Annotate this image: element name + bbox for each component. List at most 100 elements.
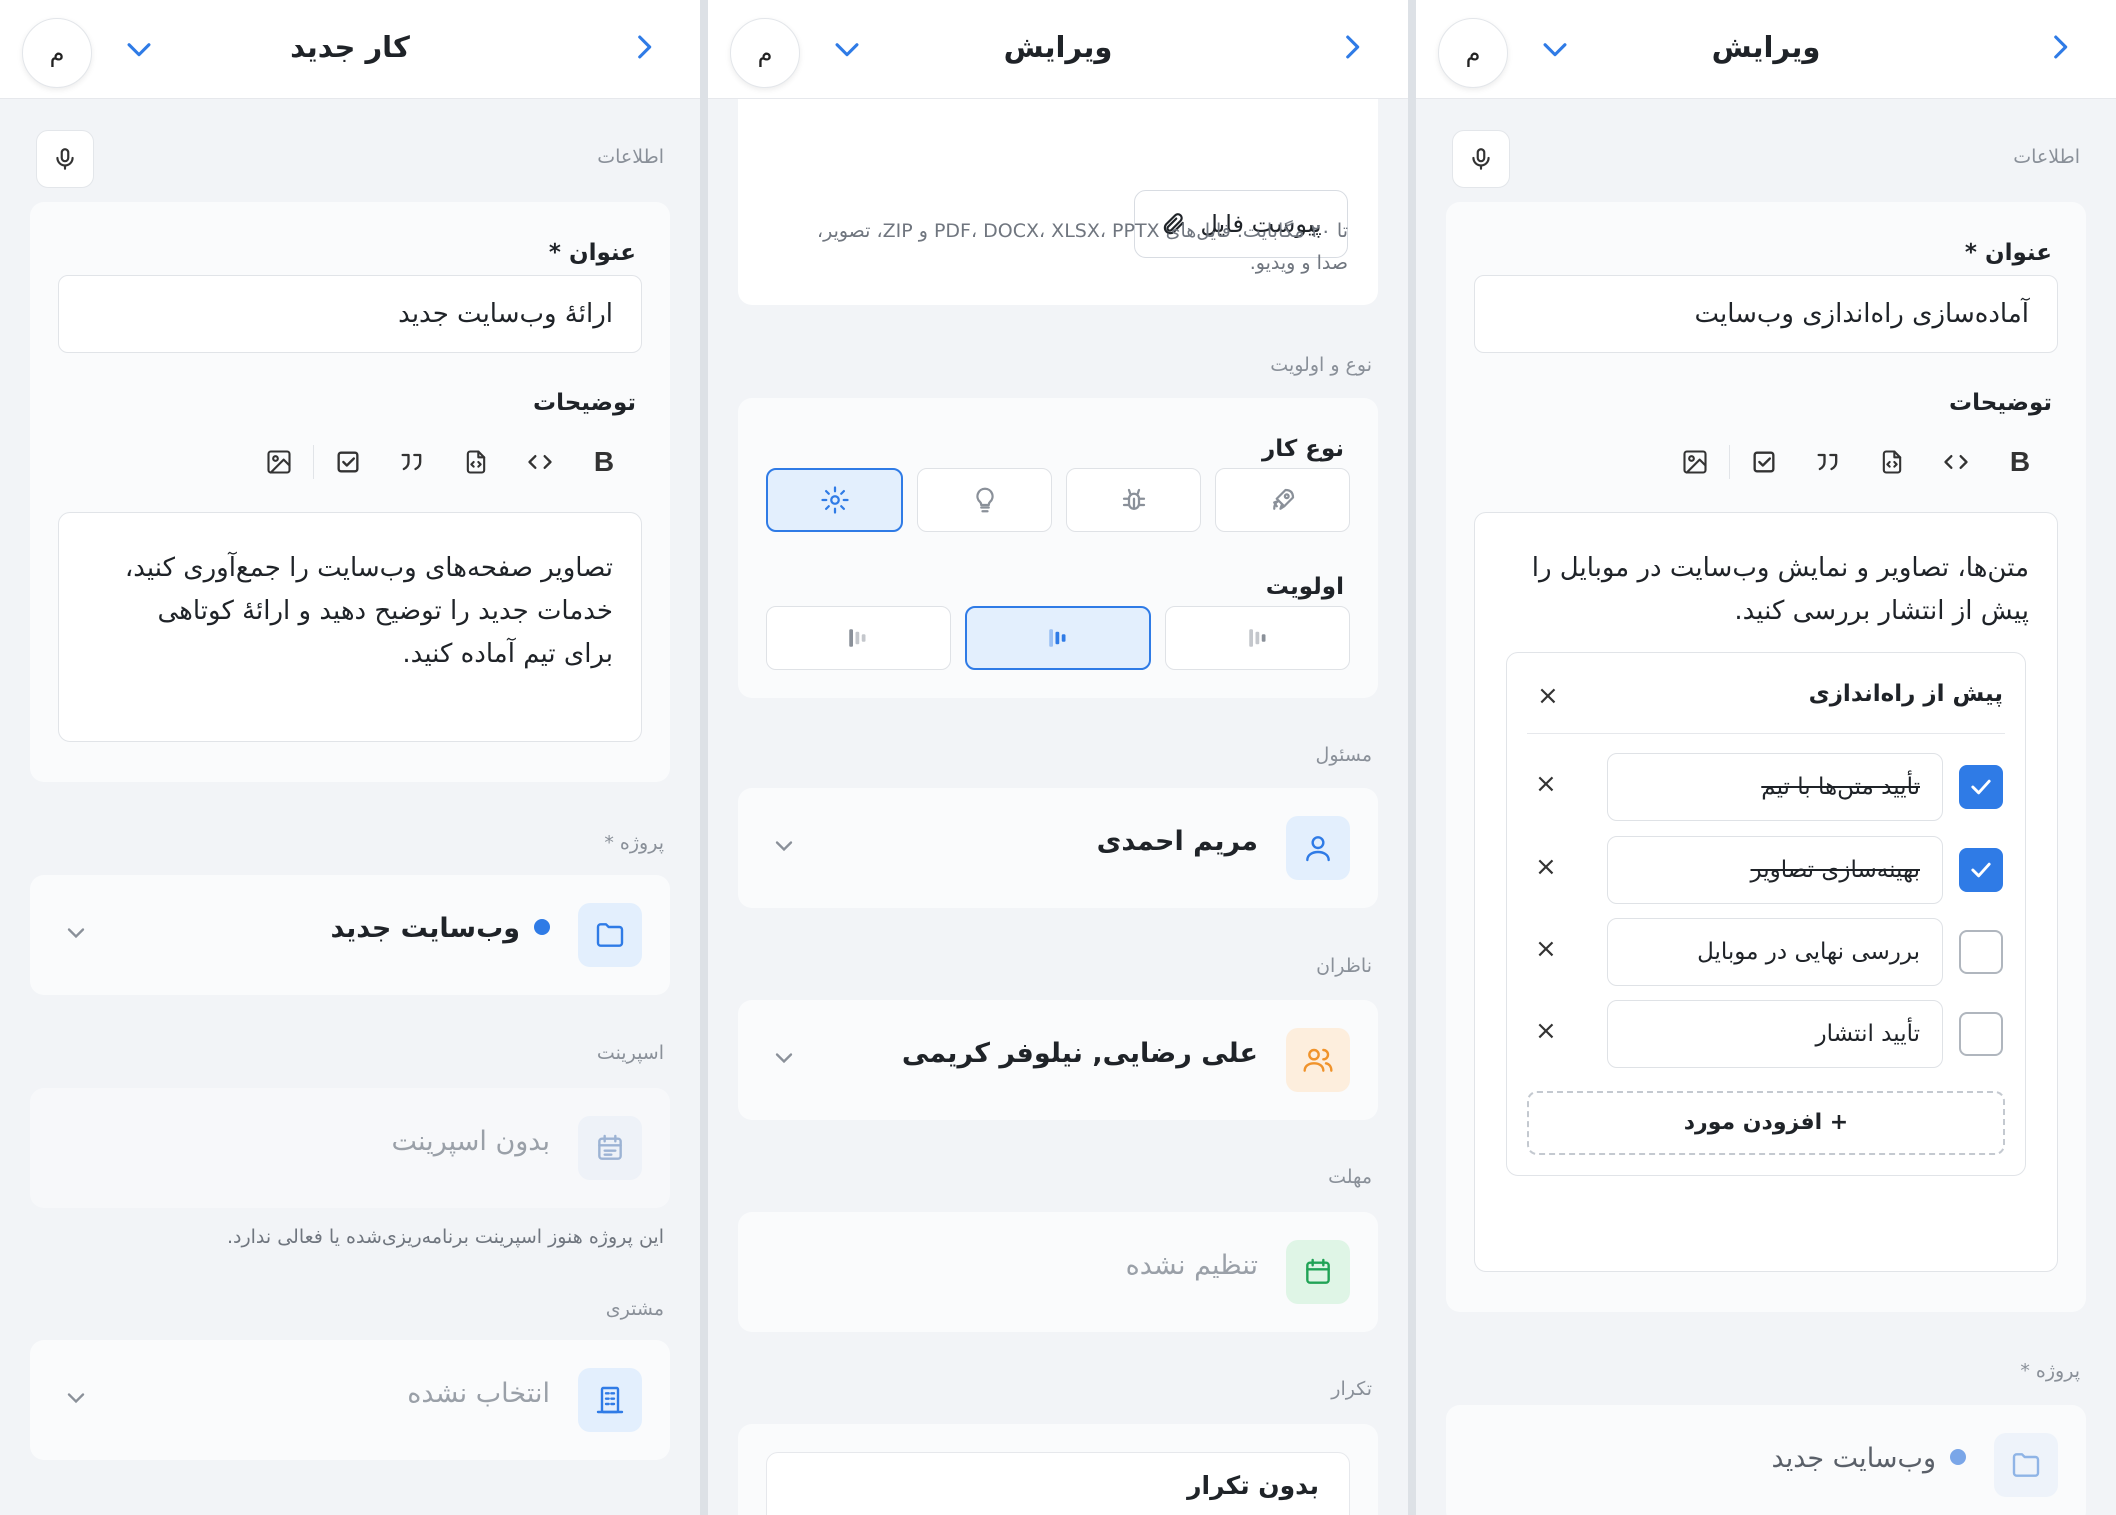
signal-bars-icon — [1248, 629, 1266, 647]
expand-button[interactable] — [824, 32, 864, 72]
priority-high-option[interactable] — [765, 606, 951, 670]
toolbar-divider — [1729, 445, 1730, 479]
toolbar-divider — [313, 445, 314, 479]
project-select[interactable]: وب‌سایت جدید — [1446, 1405, 2086, 1515]
bold-button[interactable]: B — [572, 442, 636, 482]
priority-medium-option[interactable] — [964, 606, 1152, 670]
panel-divider — [700, 0, 708, 1515]
signal-bars-icon — [849, 629, 866, 647]
mic-icon — [1472, 148, 1490, 170]
description-line: خدمات جدید را توضیح دهید و ارائهٔ کوتاهی — [157, 596, 613, 626]
avatar[interactable]: م — [22, 18, 92, 88]
chevron-down-icon — [770, 832, 798, 860]
code-icon — [1944, 455, 1968, 469]
description-line: تصاویر صفحه‌های وب‌سایت را جمع‌آوری کنید… — [124, 553, 613, 583]
section-label-project: پروژه * — [604, 832, 664, 854]
add-item-button[interactable]: + افزودن مورد — [1527, 1091, 2005, 1155]
page-title: ویرایش — [1003, 30, 1113, 64]
checklist-checkbox[interactable] — [1959, 848, 2003, 892]
checklist-block: پیش از راه‌اندازی × تأیید متن‌ها با تیم … — [1506, 652, 2026, 1176]
mic-button[interactable] — [1452, 130, 1510, 188]
customer-select[interactable]: انتخاب نشده — [30, 1340, 670, 1460]
project-value: وب‌سایت جدید — [1772, 1443, 1966, 1474]
section-label-info: اطلاعات — [2013, 146, 2080, 168]
checklist-item-remove[interactable]: × — [1535, 1016, 1557, 1046]
checklist-item-remove[interactable]: × — [1535, 934, 1557, 964]
expand-button[interactable] — [1532, 32, 1572, 72]
sprint-select[interactable]: بدون اسپرینت — [30, 1088, 670, 1208]
info-card: عنوان * آماده‌سازی راه‌اندازی وب‌سایت تو… — [1446, 202, 2086, 1312]
checklist-item-text[interactable]: بررسی نهایی در موبایل — [1607, 918, 1943, 986]
code-file-button[interactable] — [444, 442, 508, 482]
avatar[interactable]: م — [1438, 18, 1508, 88]
repeat-card: بدون تکرار — [738, 1424, 1378, 1515]
bold-button[interactable]: B — [1988, 442, 2052, 482]
quote-button[interactable] — [1796, 442, 1860, 482]
code-button[interactable] — [1924, 442, 1988, 482]
avatar[interactable]: م — [730, 18, 800, 88]
section-label-type-priority: نوع و اولویت — [1270, 354, 1372, 376]
panel-divider — [1408, 0, 1416, 1515]
user-icon-wrap — [1286, 816, 1350, 880]
section-label-repeat: تکرار — [1331, 1378, 1372, 1400]
signal-bars-icon — [1049, 629, 1066, 647]
type-bug-option[interactable] — [1066, 468, 1201, 532]
checklist-remove-button[interactable]: × — [1537, 681, 1559, 711]
checklist-checkbox[interactable] — [1959, 930, 2003, 974]
checklist-item-text[interactable]: بهینه‌سازی تصاویر — [1607, 836, 1943, 904]
type-task-option[interactable] — [766, 468, 903, 532]
image-button[interactable] — [247, 442, 311, 482]
file-code-icon — [466, 450, 486, 474]
attach-hint-line-1: تا ۲۰ مگابایت. فایل‌های PDF، DOCX، XLSX،… — [816, 220, 1348, 242]
checklist-item: تأیید متن‌ها با تیم × — [1527, 753, 2003, 823]
top-bar: کار جدید م — [0, 0, 700, 99]
type-idea-option[interactable] — [917, 468, 1052, 532]
calendar-list-icon-wrap — [578, 1116, 642, 1180]
description-label: توضیحات — [533, 390, 636, 416]
folder-icon-wrap — [1994, 1433, 2058, 1497]
code-file-button[interactable] — [1860, 442, 1924, 482]
quote-button[interactable] — [380, 442, 444, 482]
checkbox-button[interactable] — [316, 442, 380, 482]
checklist-item-text[interactable]: تأیید متن‌ها با تیم — [1607, 753, 1943, 821]
project-select[interactable]: وب‌سایت جدید — [30, 875, 670, 995]
folder-icon-wrap — [578, 903, 642, 967]
customer-value: انتخاب نشده — [407, 1378, 550, 1409]
formatting-toolbar: B — [1663, 442, 2052, 482]
type-feature-option[interactable] — [1215, 468, 1350, 532]
priority-low-option[interactable] — [1165, 606, 1350, 670]
checklist-checkbox[interactable] — [1959, 765, 2003, 809]
section-label-assignee: مسئول — [1315, 744, 1372, 766]
chevron-down-icon — [62, 919, 90, 947]
checkbox-icon — [337, 451, 359, 473]
checklist-item: تأیید انتشار × — [1527, 1000, 2003, 1070]
image-icon — [267, 450, 291, 474]
image-button[interactable] — [1663, 442, 1727, 482]
description-textarea[interactable]: تصاویر صفحه‌های وب‌سایت را جمع‌آوری کنید… — [58, 512, 642, 742]
checklist-item-remove[interactable]: × — [1535, 769, 1557, 799]
code-button[interactable] — [508, 442, 572, 482]
watchers-select[interactable]: علی رضایی, نیلوفر کریمی — [738, 1000, 1378, 1120]
section-label-info: اطلاعات — [597, 146, 664, 168]
folder-icon — [596, 923, 624, 947]
info-card: عنوان * ارائهٔ وب‌سایت جدید توضیحات B تص… — [30, 202, 670, 782]
checkbox-button[interactable] — [1732, 442, 1796, 482]
checklist-title: پیش از راه‌اندازی — [1808, 681, 2003, 707]
deadline-select[interactable]: تنظیم نشده — [738, 1212, 1378, 1332]
bug-icon — [1122, 488, 1145, 510]
code-icon — [528, 455, 552, 469]
repeat-value: بدون تکرار — [1187, 1471, 1319, 1500]
checklist-item-text[interactable]: تأیید انتشار — [1607, 1000, 1943, 1068]
mic-button[interactable] — [36, 130, 94, 188]
description-line: پیش از انتشار بررسی کنید. — [1734, 596, 2029, 626]
checklist-item-remove[interactable]: × — [1535, 852, 1557, 882]
checklist-checkbox[interactable] — [1959, 1012, 2003, 1056]
title-input[interactable]: آماده‌سازی راه‌اندازی وب‌سایت — [1474, 275, 2058, 353]
panel-new-task: کار جدید م اطلاعات عنوان * ارائهٔ وب‌سای… — [0, 0, 700, 1515]
repeat-select[interactable]: بدون تکرار — [766, 1452, 1350, 1515]
task-type-options — [766, 468, 1350, 532]
expand-button[interactable] — [116, 32, 156, 72]
calendar-list-icon — [598, 1134, 622, 1160]
assignee-select[interactable]: مریم احمدی — [738, 788, 1378, 908]
title-input[interactable]: ارائهٔ وب‌سایت جدید — [58, 275, 642, 353]
